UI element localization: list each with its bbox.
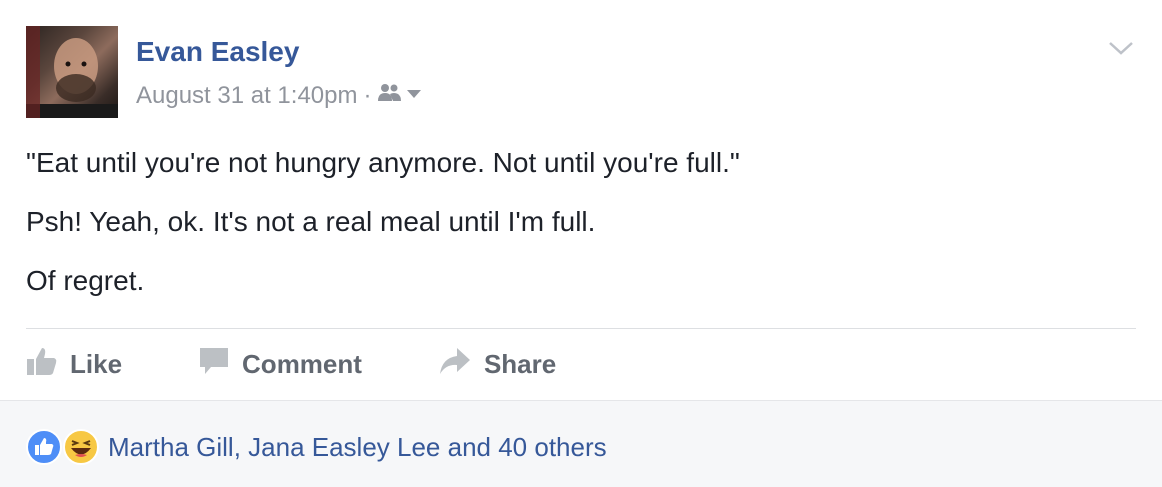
post-content: "Eat until you're not hungry anymore. No… [26, 146, 1136, 323]
meta-separator: · [363, 82, 372, 109]
thumbs-up-icon [26, 346, 70, 383]
comment-button[interactable]: Comment [198, 346, 362, 383]
reaction-names: Martha Gill, Jana Easley Lee and 40 othe… [108, 431, 607, 462]
chevron-down-icon[interactable] [1106, 36, 1136, 60]
post-meta: August 31 at 1:40pm · [136, 81, 425, 111]
post-timestamp[interactable]: August 31 at 1:40pm [136, 82, 357, 110]
audience-selector[interactable] [377, 82, 425, 110]
like-button[interactable]: Like [26, 346, 122, 383]
caret-down-icon [403, 82, 425, 110]
like-reaction-icon [26, 429, 64, 470]
feed-post: Evan Easley August 31 at 1:40pm · "Eat u… [0, 0, 1162, 487]
friends-icon [377, 82, 403, 110]
reaction-summary[interactable]: Martha Gill, Jana Easley Lee and 40 othe… [26, 429, 607, 465]
post-header: Evan Easley August 31 at 1:40pm · [26, 26, 1136, 118]
avatar[interactable] [26, 26, 118, 118]
share-arrow-icon [438, 346, 484, 383]
share-button[interactable]: Share [438, 346, 556, 383]
share-label: Share [483, 348, 557, 379]
post-actions: Like Comment Share [26, 340, 632, 388]
comment-icon [198, 346, 242, 383]
haha-reaction-icon [62, 429, 100, 470]
reaction-icons [26, 429, 104, 465]
post-paragraph: Psh! Yeah, ok. It's not a real meal unti… [26, 206, 596, 237]
like-label: Like [70, 348, 123, 379]
post-paragraph: Of regret. [26, 265, 145, 296]
divider [26, 328, 1136, 329]
reactions-footer: Martha Gill, Jana Easley Lee and 40 othe… [0, 400, 1162, 487]
author-name[interactable]: Evan Easley [136, 36, 299, 68]
comment-label: Comment [242, 348, 362, 379]
post-paragraph: "Eat until you're not hungry anymore. No… [26, 147, 740, 178]
